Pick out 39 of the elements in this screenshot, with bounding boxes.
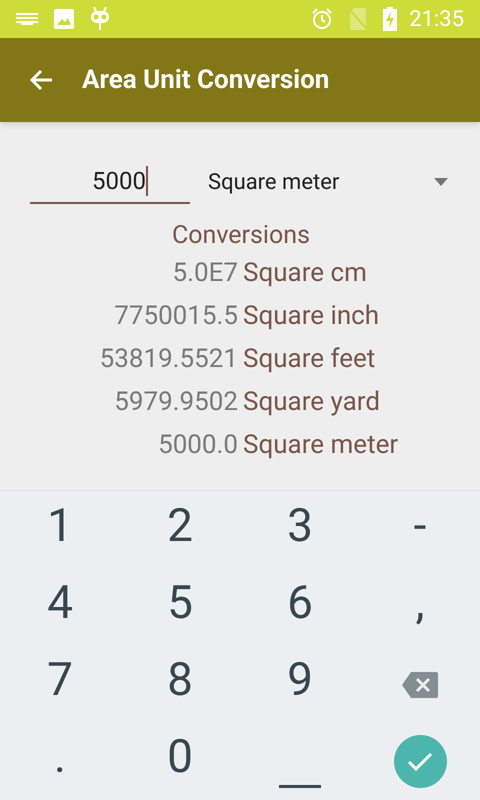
keyboard-key[interactable]: 9 bbox=[240, 646, 360, 723]
conversion-value: 5979.9502 bbox=[113, 386, 238, 419]
toolbar-title: Area Unit Conversion bbox=[82, 64, 330, 96]
keyboard-icon bbox=[16, 13, 38, 25]
space-bar-icon bbox=[279, 785, 321, 788]
keyboard-key[interactable]: 6 bbox=[240, 569, 360, 646]
conversion-unit: Square meter bbox=[243, 429, 398, 462]
conversion-value: 53819.5521 bbox=[98, 343, 238, 376]
keyboard-key[interactable]: 8 bbox=[120, 646, 240, 723]
number-input-field[interactable]: 5000 bbox=[30, 160, 190, 204]
dropdown-arrow-icon bbox=[434, 178, 448, 186]
conversions-heading: Conversions bbox=[172, 220, 310, 252]
backspace-icon bbox=[401, 670, 439, 698]
keyboard-key[interactable]: 3 bbox=[240, 492, 360, 569]
keyboard-key[interactable]: 2 bbox=[120, 492, 240, 569]
alarm-clock-icon bbox=[311, 8, 334, 30]
no-sim-icon bbox=[349, 8, 368, 30]
keyboard-key[interactable]: 0 bbox=[120, 723, 240, 800]
unit-dropdown[interactable]: Square meter bbox=[208, 160, 480, 204]
conversion-unit: Square yard bbox=[243, 386, 380, 419]
back-arrow-icon bbox=[29, 69, 53, 91]
conversion-value: 5000.0 bbox=[157, 429, 238, 462]
keyboard-key[interactable]: , bbox=[360, 569, 480, 646]
keyboard-key[interactable]: 7 bbox=[0, 646, 120, 723]
conversion-value: 7750015.5 bbox=[113, 300, 238, 333]
conversion-unit: Square cm bbox=[243, 257, 367, 290]
keyboard-key[interactable]: 5 bbox=[120, 569, 240, 646]
robot-icon bbox=[90, 7, 110, 31]
conversion-unit: Square feet bbox=[243, 343, 376, 376]
battery-charging-icon bbox=[383, 7, 398, 31]
image-icon bbox=[54, 9, 74, 29]
keyboard-key[interactable]: - bbox=[360, 492, 480, 569]
status-time: 21:35 bbox=[409, 6, 464, 34]
keyboard-key[interactable]: . bbox=[0, 723, 120, 800]
conversion-unit: Square inch bbox=[243, 300, 380, 333]
conversion-value: 5.0E7 bbox=[172, 257, 238, 290]
keyboard-key[interactable]: 1 bbox=[0, 492, 120, 569]
keyboard-key[interactable]: 4 bbox=[0, 569, 120, 646]
checkmark-icon bbox=[407, 752, 433, 772]
